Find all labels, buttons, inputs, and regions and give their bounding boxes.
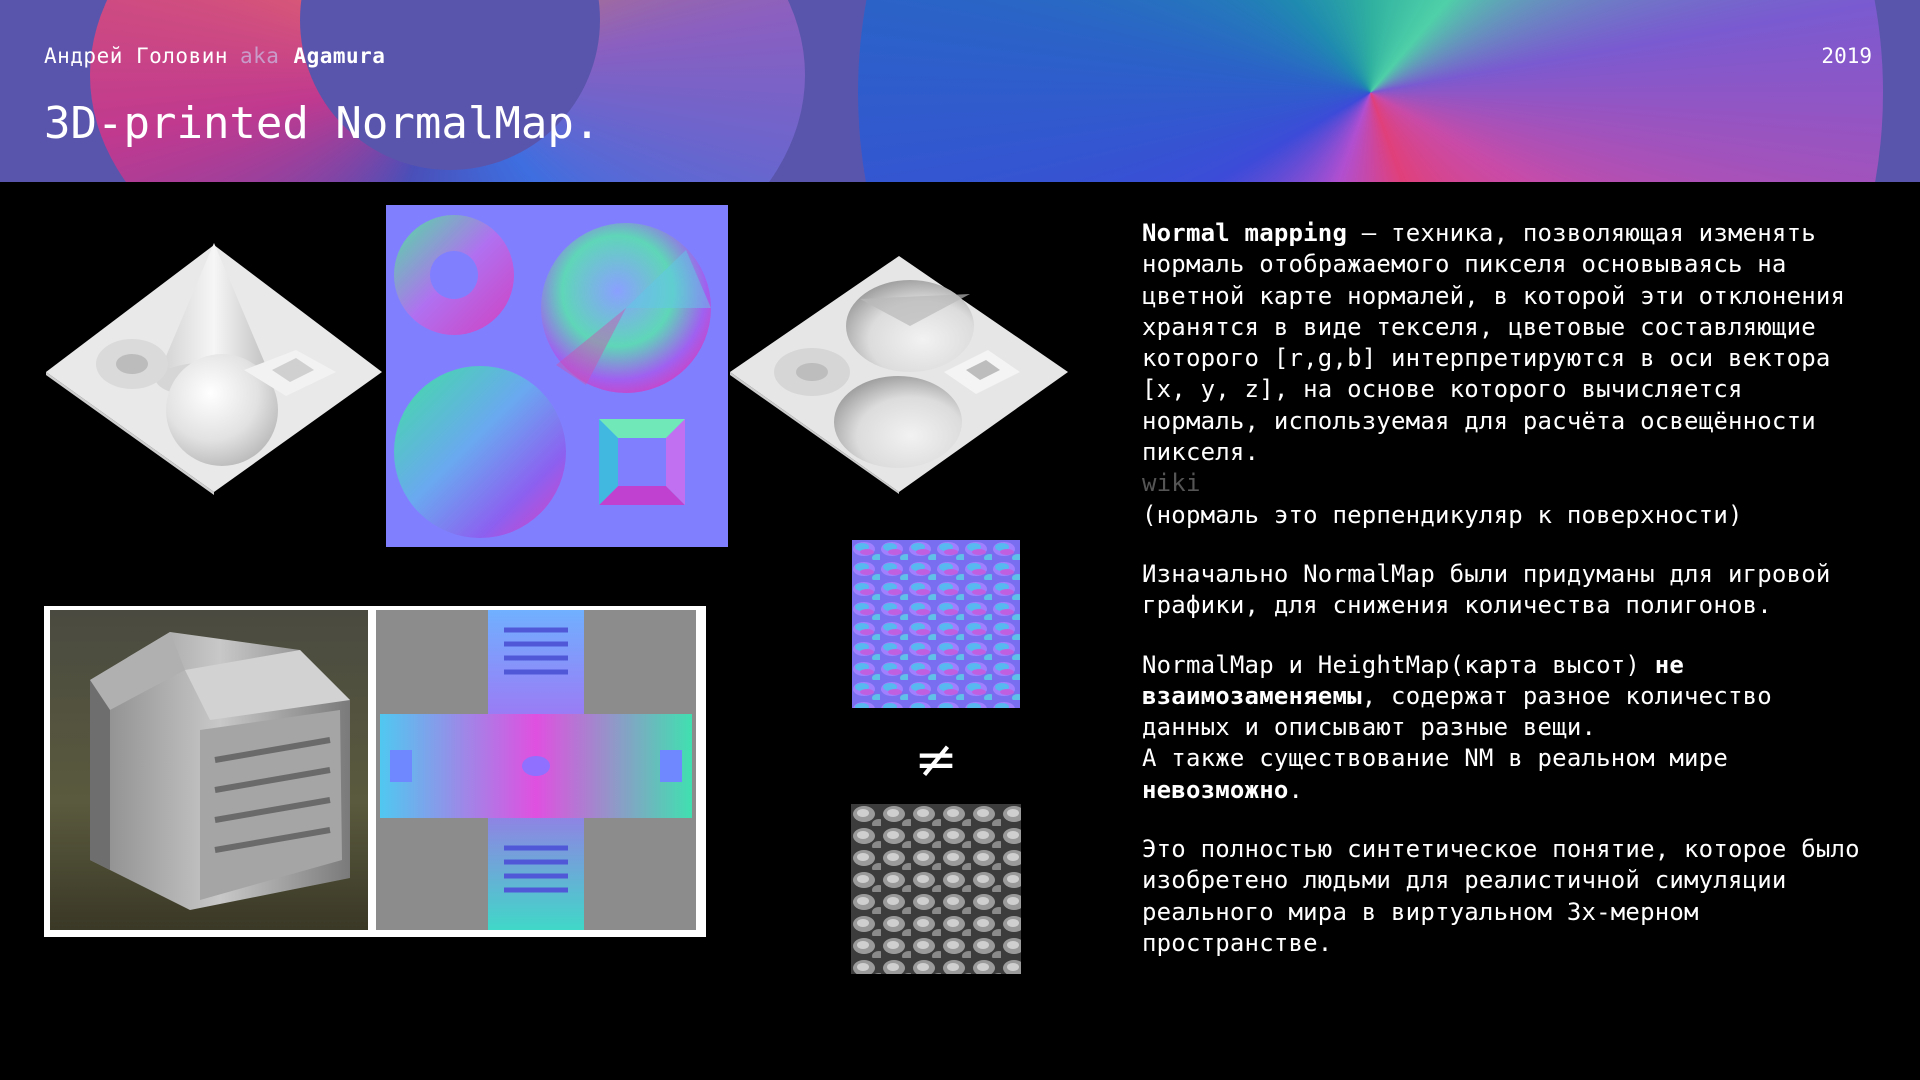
author-aka: aka <box>240 44 280 68</box>
header-banner: Андрей Головин aka Agamura 2019 3D-printed… <box>0 0 1920 182</box>
author-name: Андрей Головин <box>44 44 229 68</box>
impossible-start: А также существование NM в реальном мире <box>1142 744 1728 773</box>
page-title: 3D-printed NormalMap. <box>44 98 601 149</box>
paragraph-comparison: NormalMap и HeightMap(карта высот) не вз… <box>1142 650 1862 744</box>
stone-normal-map-texture <box>852 540 1020 708</box>
paragraph-origin: Изначально NormalMap были придуманы для … <box>1142 559 1831 620</box>
wiki-link[interactable]: wiki <box>1142 468 1862 499</box>
normal-note: (нормаль это перпендикуляр к поверхности… <box>1142 500 1743 529</box>
shapes-normal-map <box>386 205 728 547</box>
game-crate-normal-map <box>376 610 696 930</box>
inverted-shapes-render <box>730 254 1068 494</box>
impossible-bold: невозможно <box>1142 775 1289 804</box>
author-line: Андрей Головин aka Agamura <box>44 44 385 68</box>
description-text: Normal mapping — техника, позволяющая из… <box>1142 218 1862 959</box>
game-crate-model-render <box>50 610 368 930</box>
impossible-end: . <box>1288 775 1304 804</box>
shaded-shapes-render <box>46 240 382 495</box>
author-nickname: Agamura <box>293 44 386 68</box>
decorative-cone-gradient <box>858 0 1883 182</box>
paragraph-impossible: А также существование NM в реальном мире… <box>1142 743 1862 806</box>
year-label: 2019 <box>1821 44 1872 68</box>
game-model-comparison-frame <box>44 606 706 937</box>
comparison-start: NormalMap и HeightMap(карта высот) <box>1142 650 1655 679</box>
paragraph-definition: Normal mapping — техника, позволяющая из… <box>1142 218 1862 468</box>
term-normal-mapping: Normal mapping <box>1142 219 1348 247</box>
not-equal-sign: ≠ <box>914 730 958 790</box>
stone-height-map-texture <box>851 804 1021 974</box>
definition-body: — техника, позволяющая изменять нормаль … <box>1142 219 1846 467</box>
paragraph-synthetic: Это полностью синтетическое понятие, кот… <box>1142 835 1860 957</box>
